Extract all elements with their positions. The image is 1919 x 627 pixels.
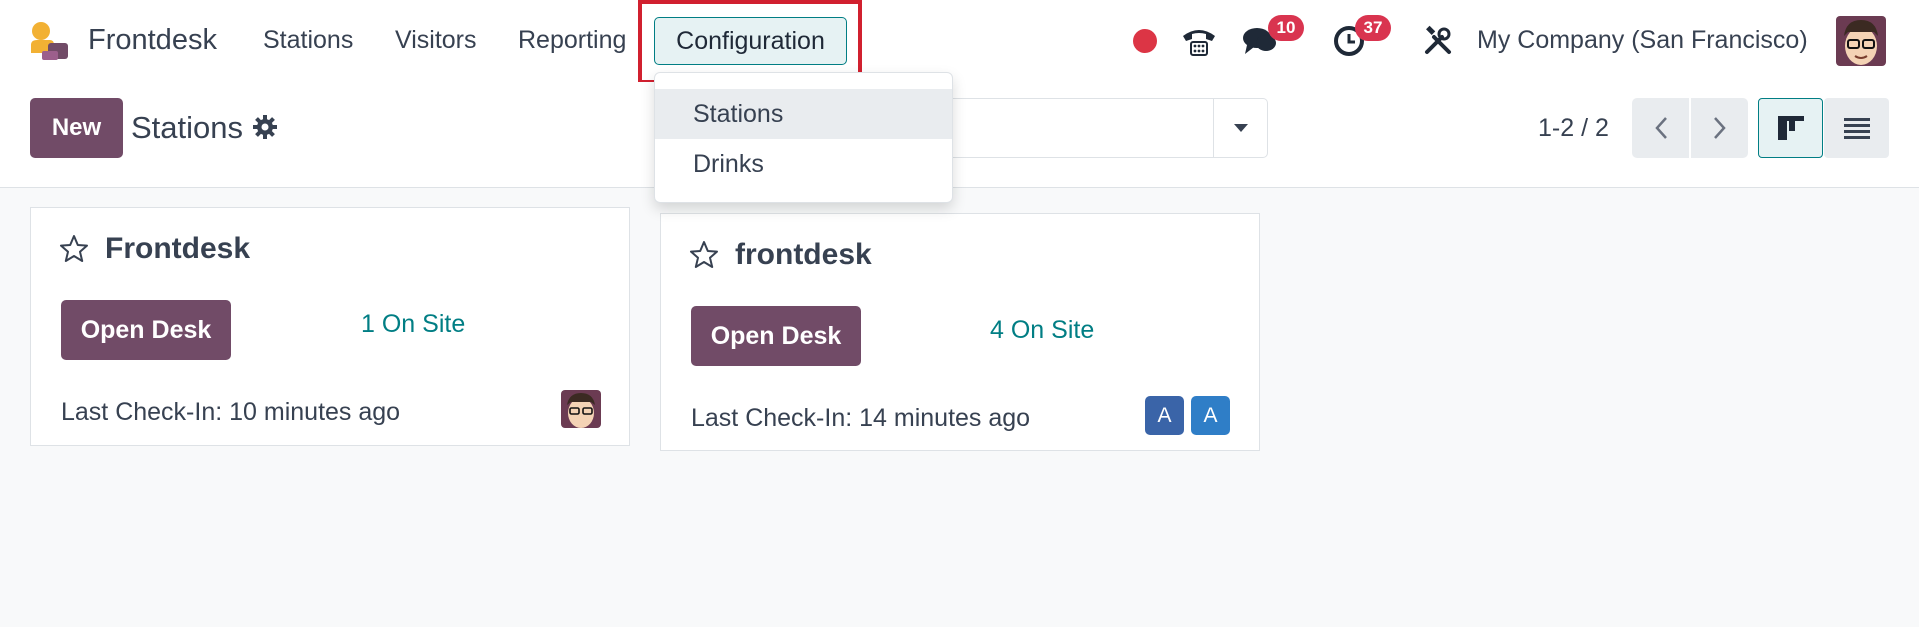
phone-icon[interactable] bbox=[1179, 22, 1219, 60]
app-name[interactable]: Frontdesk bbox=[88, 24, 217, 57]
activities-badge: 37 bbox=[1355, 15, 1391, 41]
avatar: A bbox=[1191, 396, 1230, 435]
last-checkin: Last Check-In: 14 minutes ago bbox=[691, 404, 1031, 432]
open-desk-button[interactable]: Open Desk bbox=[691, 306, 861, 366]
dropdown-item-stations[interactable]: Stations bbox=[655, 89, 952, 139]
menu-reporting[interactable]: Reporting bbox=[518, 26, 626, 55]
station-card[interactable]: Frontdesk Open Desk 1 On Site Last Check… bbox=[30, 207, 630, 446]
pager-previous-button[interactable] bbox=[1632, 98, 1689, 158]
pager-next-button[interactable] bbox=[1691, 98, 1748, 158]
chevron-right-icon bbox=[1713, 117, 1726, 139]
menu-visitors[interactable]: Visitors bbox=[395, 26, 477, 55]
card-title: frontdesk bbox=[735, 238, 872, 271]
last-checkin: Last Check-In: 10 minutes ago bbox=[61, 398, 401, 426]
card-title: Frontdesk bbox=[105, 232, 251, 265]
gear-icon[interactable] bbox=[252, 114, 278, 140]
company-switcher[interactable]: My Company (San Francisco) bbox=[1477, 26, 1808, 55]
on-site-count[interactable]: 1 On Site bbox=[361, 310, 465, 339]
configuration-dropdown: Stations Drinks bbox=[654, 72, 953, 203]
star-icon[interactable] bbox=[59, 234, 89, 264]
tools-icon[interactable] bbox=[1418, 22, 1458, 60]
kanban-view-button[interactable] bbox=[1758, 98, 1823, 158]
caret-down-icon bbox=[1233, 124, 1248, 132]
recording-status-icon[interactable] bbox=[1133, 29, 1157, 53]
breadcrumb: Stations bbox=[131, 110, 244, 145]
dropdown-item-drinks[interactable]: Drinks bbox=[655, 139, 952, 189]
new-button[interactable]: New bbox=[30, 98, 123, 158]
menu-configuration[interactable]: Configuration bbox=[654, 17, 847, 65]
pager-value[interactable]: 1-2 / 2 bbox=[1538, 114, 1609, 143]
avatar bbox=[561, 390, 601, 428]
user-avatar[interactable] bbox=[1836, 16, 1886, 66]
chevron-left-icon bbox=[1654, 117, 1667, 139]
avatar: A bbox=[1145, 396, 1184, 435]
list-view-button[interactable] bbox=[1824, 98, 1889, 158]
list-icon bbox=[1843, 118, 1870, 139]
on-site-count[interactable]: 4 On Site bbox=[990, 316, 1094, 345]
search-options-toggle[interactable] bbox=[1213, 99, 1267, 157]
frontdesk-app-icon[interactable] bbox=[28, 21, 70, 61]
top-navbar: Frontdesk Stations Visitors Reporting Co… bbox=[0, 0, 1919, 84]
kanban-icon bbox=[1777, 116, 1804, 140]
search-input[interactable] bbox=[940, 98, 1268, 158]
open-desk-button[interactable]: Open Desk bbox=[61, 300, 231, 360]
station-card[interactable]: frontdesk Open Desk 4 On Site Last Check… bbox=[660, 213, 1260, 451]
control-panel: New Stations 1-2 / 2 bbox=[0, 82, 1919, 188]
messages-badge: 10 bbox=[1268, 15, 1304, 41]
star-icon[interactable] bbox=[689, 240, 719, 270]
menu-stations[interactable]: Stations bbox=[263, 26, 353, 55]
